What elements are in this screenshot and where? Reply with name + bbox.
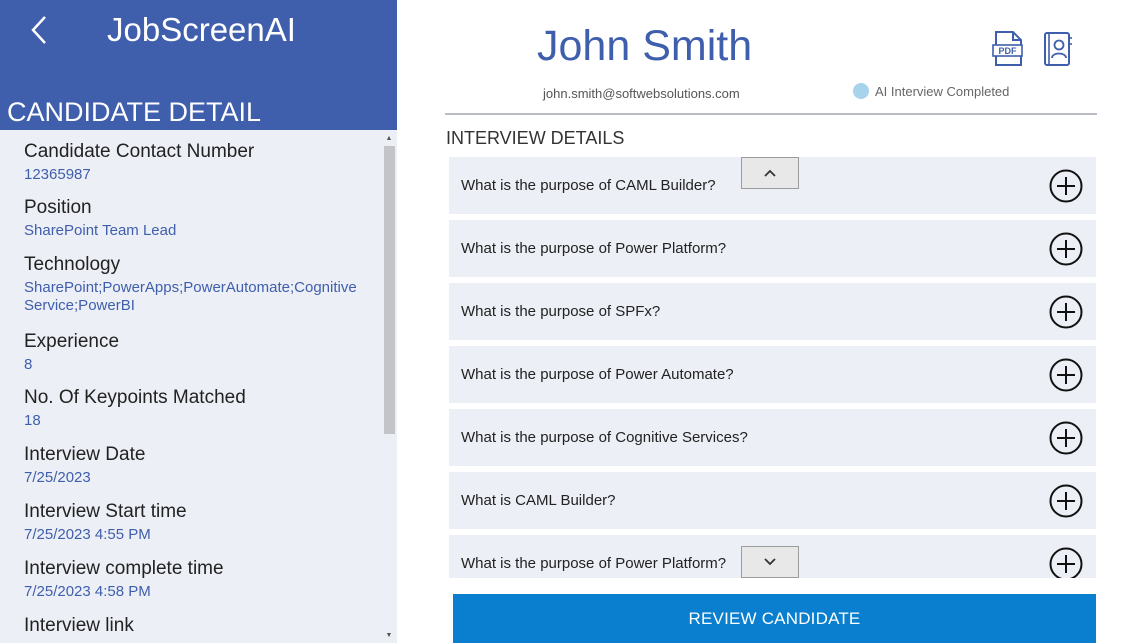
field-label: No. Of Keypoints Matched xyxy=(24,387,246,408)
question-item[interactable]: What is the purpose of Power Automate? xyxy=(449,346,1096,403)
candidate-name: John Smith xyxy=(537,22,753,70)
pdf-download-button[interactable]: PDF xyxy=(991,30,1025,68)
chevron-left-icon xyxy=(31,16,46,44)
review-candidate-button[interactable]: REVIEW CANDIDATE xyxy=(453,594,1096,643)
expand-plus-icon[interactable] xyxy=(1049,421,1083,455)
question-item[interactable]: What is the purpose of SPFx? xyxy=(449,283,1096,340)
expand-plus-icon[interactable] xyxy=(1049,232,1083,266)
expand-plus-icon[interactable] xyxy=(1049,547,1083,578)
interview-details-heading: INTERVIEW DETAILS xyxy=(446,128,625,148)
field-label: Technology xyxy=(24,254,121,275)
field-label: Position xyxy=(24,197,92,218)
expand-plus-icon[interactable] xyxy=(1049,358,1083,392)
field-value: 18 xyxy=(24,412,41,429)
detail-scrollbar[interactable]: ▲ ▼ xyxy=(382,130,396,643)
svg-text:PDF: PDF xyxy=(999,46,1018,56)
chevron-up-icon xyxy=(764,169,776,177)
question-list[interactable]: What is the purpose of CAML Builder? Wha… xyxy=(449,157,1096,578)
header-divider xyxy=(445,113,1097,115)
field-contact-number: Candidate Contact Number 12365987 xyxy=(24,140,376,184)
field-interview-complete-time: Interview complete time 7/25/2023 4:58 P… xyxy=(24,557,376,601)
question-item[interactable]: What is the purpose of Power Platform? xyxy=(449,220,1096,277)
chevron-down-icon xyxy=(764,558,776,566)
pdf-icon: PDF xyxy=(992,31,1023,66)
question-text: What is the purpose of Power Platform? xyxy=(461,555,727,572)
field-label: Interview complete time xyxy=(24,558,224,579)
question-text: What is the purpose of SPFx? xyxy=(461,303,661,320)
field-label: Candidate Contact Number xyxy=(24,141,255,162)
question-text: What is the purpose of Cognitive Service… xyxy=(461,429,748,446)
field-experience: Experience 8 xyxy=(24,330,376,374)
field-keypoints-matched: No. Of Keypoints Matched 18 xyxy=(24,386,376,430)
app-title: JobScreenAI xyxy=(107,11,296,48)
question-text: What is the purpose of Power Platform? xyxy=(461,240,727,257)
contact-book-icon xyxy=(1044,32,1072,66)
status-dot xyxy=(853,83,869,99)
question-text: What is the purpose of Power Automate? xyxy=(461,366,734,383)
interview-status: AI Interview Completed xyxy=(853,83,1009,99)
field-value: SharePoint Team Lead xyxy=(24,222,177,239)
field-value: SharePoint;PowerApps;PowerAutomate;Cogni… xyxy=(24,279,357,314)
expand-plus-icon[interactable] xyxy=(1049,295,1083,329)
field-value: 12365987 xyxy=(24,166,91,183)
left-header: JobScreenAI CANDIDATE DETAIL xyxy=(0,0,397,130)
question-item[interactable]: What is the purpose of Cognitive Service… xyxy=(449,409,1096,466)
field-value: 7/25/2023 4:55 PM xyxy=(24,526,151,543)
field-value: 7/25/2023 xyxy=(24,469,91,486)
question-text: What is CAML Builder? xyxy=(461,492,616,509)
field-interview-start-time: Interview Start time 7/25/2023 4:55 PM xyxy=(24,500,376,544)
status-text: AI Interview Completed xyxy=(875,83,1010,99)
question-item[interactable]: What is CAML Builder? xyxy=(449,472,1096,529)
question-text: What is the purpose of CAML Builder? xyxy=(461,177,716,194)
scroll-thumb[interactable] xyxy=(384,146,395,434)
back-button[interactable] xyxy=(22,10,56,50)
candidate-email: john.smith@softwebsolutions.com xyxy=(543,86,740,101)
field-value: 8 xyxy=(24,356,33,373)
expand-plus-icon[interactable] xyxy=(1049,484,1083,518)
field-label: Experience xyxy=(24,331,120,352)
candidate-detail-panel: Candidate Contact Number 12365987 Positi… xyxy=(0,130,397,643)
question-scroll-down-button[interactable] xyxy=(741,546,799,578)
candidate-detail-heading: CANDIDATE DETAIL xyxy=(7,97,262,127)
expand-plus-icon[interactable] xyxy=(1049,169,1083,203)
field-label: Interview link xyxy=(24,615,134,636)
field-value: 7/25/2023 4:58 PM xyxy=(24,583,151,600)
field-technology: Technology SharePoint;PowerApps;PowerAut… xyxy=(24,253,376,315)
contact-card-button[interactable] xyxy=(1040,30,1074,68)
scroll-down-arrow[interactable]: ▼ xyxy=(382,629,396,641)
field-interview-date: Interview Date 7/25/2023 xyxy=(24,443,376,487)
field-interview-link: Interview link xyxy=(24,614,376,640)
field-label: Interview Start time xyxy=(24,501,187,522)
field-position: Position SharePoint Team Lead xyxy=(24,196,376,240)
field-label: Interview Date xyxy=(24,444,146,465)
scroll-up-arrow[interactable]: ▲ xyxy=(382,132,396,144)
question-scroll-up-button[interactable] xyxy=(741,157,799,189)
